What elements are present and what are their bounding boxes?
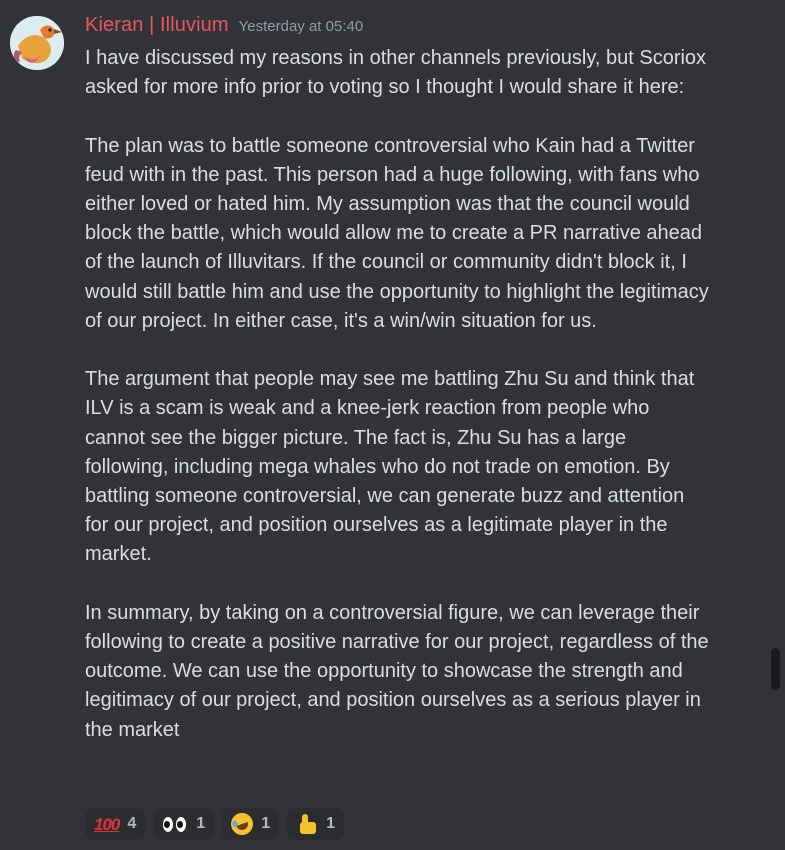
- message-paragraph: The plan was to battle someone controver…: [85, 134, 709, 332]
- message-paragraph: The argument that people may see me batt…: [85, 368, 695, 566]
- message-header: Kieran | Illuvium Yesterday at 05:40: [85, 14, 363, 44]
- reaction-count: 1: [326, 815, 335, 832]
- bird-avatar-icon: [10, 16, 64, 70]
- message-paragraph: In summary, by taking on a controversial…: [85, 601, 709, 741]
- chat-message: Kieran | Illuvium Yesterday at 05:40 I h…: [0, 0, 785, 850]
- message-timestamp[interactable]: Yesterday at 05:40: [239, 18, 364, 35]
- scrollbar-thumb[interactable]: [771, 648, 780, 690]
- reactions-bar: 100 4 1 1 1: [85, 808, 344, 840]
- reaction-thumbs-up[interactable]: 1: [287, 808, 344, 840]
- thumbs-up-icon: [296, 813, 318, 835]
- eyes-icon: [162, 815, 188, 834]
- message-content: I have discussed my reasons in other cha…: [85, 44, 710, 745]
- user-avatar[interactable]: [10, 16, 64, 70]
- reaction-eyes[interactable]: 1: [153, 808, 215, 840]
- reaction-count: 1: [196, 815, 206, 832]
- username[interactable]: Kieran | Illuvium: [85, 14, 229, 37]
- reaction-count: 4: [127, 815, 137, 832]
- message-paragraph: I have discussed my reasons in other cha…: [85, 47, 707, 99]
- reaction-rofl[interactable]: 1: [222, 808, 280, 840]
- reaction-count: 1: [261, 815, 271, 832]
- reaction-hundred[interactable]: 100 4: [85, 808, 146, 840]
- hundred-points-icon: 100: [94, 814, 120, 834]
- rolling-on-floor-laughing-icon: [228, 809, 257, 839]
